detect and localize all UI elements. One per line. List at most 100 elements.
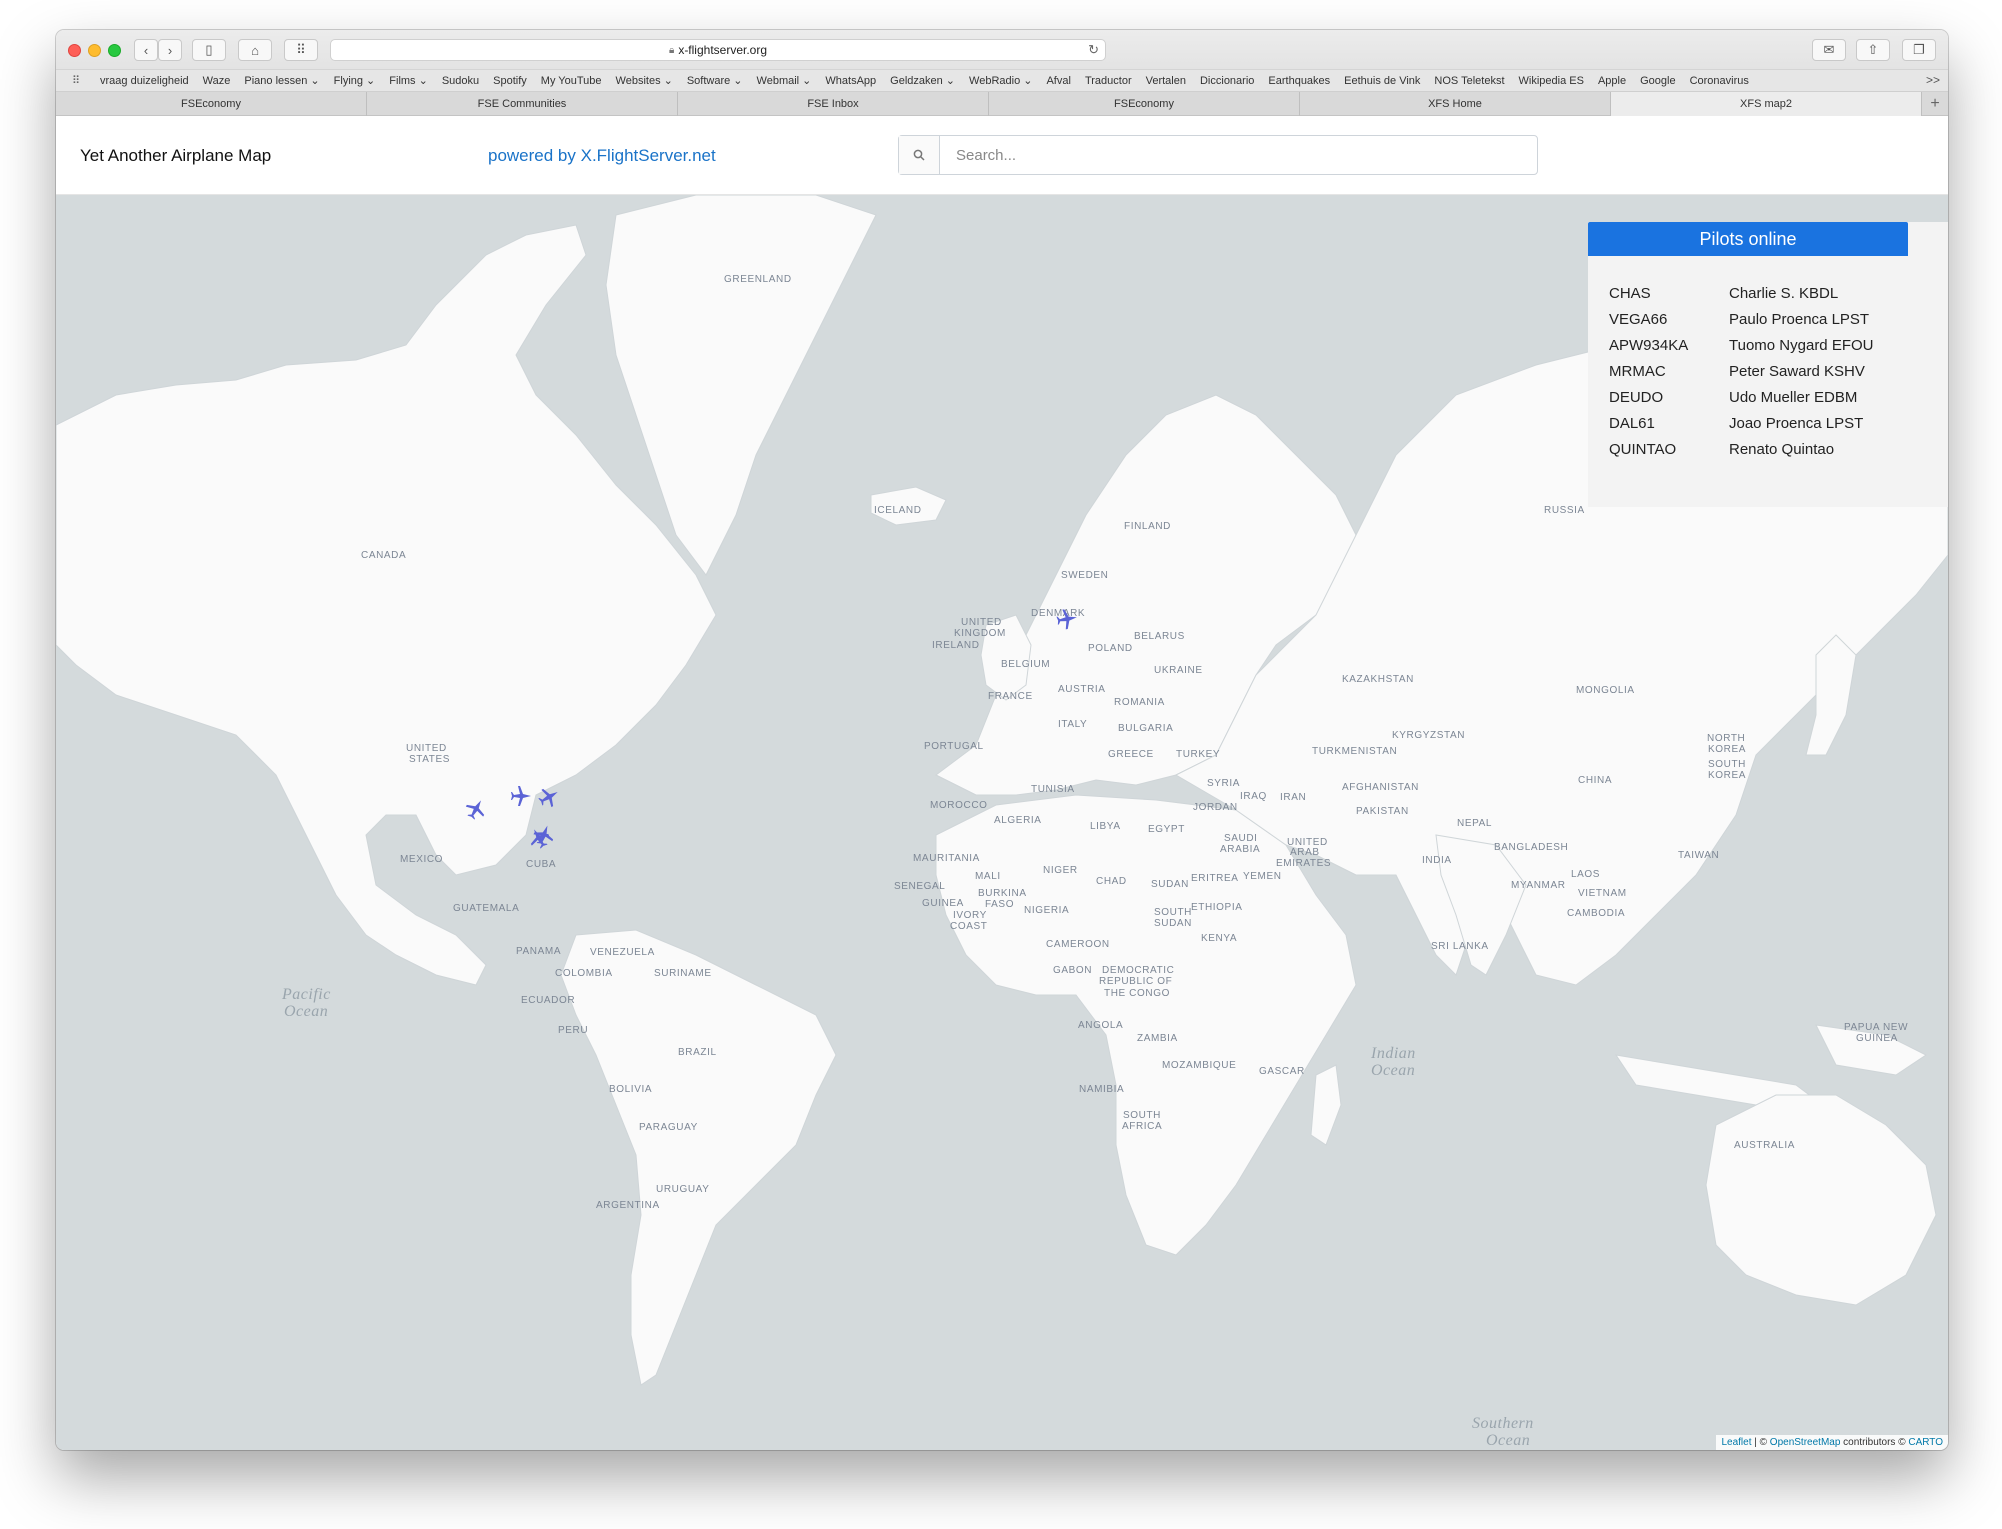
map-label: PORTUGAL bbox=[924, 741, 984, 752]
tab-xfs-map2[interactable]: XFS map2 bbox=[1611, 92, 1922, 116]
map-label: NIGERIA bbox=[1024, 905, 1069, 916]
pilot-row[interactable]: CHAS Charlie S. KBDL bbox=[1588, 280, 1948, 306]
pilot-row[interactable]: DEUDO Udo Mueller EDBM bbox=[1588, 384, 1948, 410]
bookmark-item[interactable]: Coronavirus bbox=[1690, 75, 1749, 87]
carto-link[interactable]: CARTO bbox=[1908, 1437, 1943, 1448]
pilot-callsign: CHAS bbox=[1609, 284, 1651, 302]
home-icon: ⌂ bbox=[251, 42, 259, 58]
pilots-online-heading: Pilots online bbox=[1588, 222, 1908, 256]
bookmark-item[interactable]: Geldzaken ⌄ bbox=[890, 74, 955, 87]
map-label: VENEZUELA bbox=[590, 947, 655, 958]
powered-by-link[interactable]: powered by X.FlightServer.net bbox=[488, 146, 716, 166]
tab-fseconomy[interactable]: FSEconomy bbox=[56, 92, 367, 116]
pilot-row[interactable]: DAL61 Joao Proenca LPST bbox=[1588, 410, 1948, 436]
bookmarks-grid-icon[interactable]: ⠿ bbox=[72, 75, 86, 86]
bookmark-item[interactable]: Google bbox=[1640, 75, 1675, 87]
map-label: EMIRATES bbox=[1276, 858, 1331, 869]
bookmark-item[interactable]: Software ⌄ bbox=[687, 74, 743, 87]
grid-icon: ⠿ bbox=[296, 42, 306, 57]
map-label: FASO bbox=[985, 899, 1014, 910]
pilot-row[interactable]: APW934KA Tuomo Nygard EFOU bbox=[1588, 332, 1948, 358]
map-label: SWEDEN bbox=[1061, 570, 1109, 581]
bookmark-item[interactable]: Traductor bbox=[1085, 75, 1132, 87]
bookmark-item[interactable]: Webmail ⌄ bbox=[757, 74, 812, 87]
pilot-row[interactable]: QUINTAO Renato Quintao bbox=[1588, 436, 1948, 462]
search-input[interactable] bbox=[940, 136, 1537, 174]
tabs-overview-button[interactable]: ❐ bbox=[1902, 39, 1936, 61]
map-label: THE CONGO bbox=[1104, 988, 1170, 999]
map-label: FRANCE bbox=[988, 691, 1033, 702]
forward-button[interactable]: › bbox=[158, 39, 182, 61]
reload-icon[interactable]: ↻ bbox=[1088, 42, 1099, 58]
bookmark-item[interactable]: WhatsApp bbox=[825, 75, 876, 87]
map-label: BELARUS bbox=[1134, 631, 1185, 642]
bookmark-item[interactable]: Vertalen bbox=[1146, 75, 1186, 87]
tab-xfs-home[interactable]: XFS Home bbox=[1300, 92, 1611, 116]
bookmark-item[interactable]: Eethuis de Vink bbox=[1344, 75, 1420, 87]
map-label: ECUADOR bbox=[521, 995, 575, 1006]
site-header: Yet Another Airplane Map powered by X.Fl… bbox=[56, 116, 1948, 195]
tab-fse-inbox[interactable]: FSE Inbox bbox=[678, 92, 989, 116]
zoom-window-button[interactable] bbox=[108, 44, 121, 57]
top-sites-button[interactable]: ⠿ bbox=[284, 39, 318, 61]
bookmark-item[interactable]: Apple bbox=[1598, 75, 1626, 87]
bookmarks-overflow-button[interactable]: >> bbox=[1926, 73, 1940, 87]
address-bar[interactable]: 🔒︎ x-flightserver.org ↻ bbox=[330, 39, 1106, 61]
pilot-callsign: VEGA66 bbox=[1609, 310, 1668, 328]
pilot-row[interactable]: MRMAC Peter Saward KSHV bbox=[1588, 358, 1948, 384]
map-label: KINGDOM bbox=[954, 628, 1006, 639]
pilot-row[interactable]: VEGA66 Paulo Proenca LPST bbox=[1588, 306, 1948, 332]
bookmark-item[interactable]: vraag duizeligheid bbox=[100, 75, 189, 87]
map-label: UNITED bbox=[961, 617, 1002, 628]
bookmark-item[interactable]: Afval bbox=[1046, 75, 1070, 87]
home-button[interactable]: ⌂ bbox=[238, 39, 272, 61]
ocean-label: Indian bbox=[1370, 1045, 1416, 1062]
bookmark-item[interactable]: My YouTube bbox=[541, 75, 602, 87]
browser-window: ‹ › ▯ ⌂ ⠿ 🔒︎ x-flightserver.org ↻ ✉ ⇧ ❐ … bbox=[56, 30, 1948, 1450]
bookmark-item[interactable]: WebRadio ⌄ bbox=[969, 74, 1032, 87]
map-label: IVORY bbox=[953, 910, 987, 921]
bookmark-item[interactable]: Earthquakes bbox=[1268, 75, 1330, 87]
map-label: BELGIUM bbox=[1001, 659, 1050, 670]
map-label: KOREA bbox=[1708, 770, 1746, 781]
mail-button[interactable]: ✉ bbox=[1812, 39, 1846, 61]
search-icon bbox=[899, 136, 940, 174]
map-label: AUSTRIA bbox=[1058, 684, 1106, 695]
pilot-name: Paulo Proenca LPST bbox=[1729, 310, 1870, 328]
bookmark-item[interactable]: Diccionario bbox=[1200, 75, 1254, 87]
bookmark-item[interactable]: Wikipedia ES bbox=[1519, 75, 1584, 87]
map-label: NORTH bbox=[1707, 733, 1745, 744]
ocean-label: Ocean bbox=[284, 1003, 328, 1020]
australia-land bbox=[1705, 1094, 1937, 1306]
map-label: IRELAND bbox=[932, 640, 980, 651]
bookmark-item[interactable]: Sudoku bbox=[442, 75, 479, 87]
back-button[interactable]: ‹ bbox=[134, 39, 158, 61]
bookmark-item[interactable]: Spotify bbox=[493, 75, 527, 87]
bookmark-item[interactable]: Flying ⌄ bbox=[334, 74, 376, 87]
map-label: MAURITANIA bbox=[913, 853, 980, 864]
map-label: YEMEN bbox=[1243, 871, 1282, 882]
map-label: GREECE bbox=[1108, 749, 1154, 760]
bookmark-item[interactable]: Films ⌄ bbox=[389, 74, 428, 87]
openstreetmap-link[interactable]: OpenStreetMap bbox=[1770, 1437, 1841, 1448]
sidebar-button[interactable]: ▯ bbox=[192, 39, 226, 61]
tab-bar: FSEconomy FSE Communities FSE Inbox FSEc… bbox=[56, 92, 1948, 116]
tab-fseconomy-2[interactable]: FSEconomy bbox=[989, 92, 1300, 116]
close-window-button[interactable] bbox=[68, 44, 81, 57]
map-label: SAUDI bbox=[1224, 833, 1258, 844]
bookmark-item[interactable]: Waze bbox=[203, 75, 231, 87]
map-label: UKRAINE bbox=[1154, 665, 1203, 676]
map-label: PERU bbox=[558, 1025, 588, 1036]
bookmark-item[interactable]: NOS Teletekst bbox=[1434, 75, 1504, 87]
bookmark-item[interactable]: Websites ⌄ bbox=[616, 74, 673, 87]
new-tab-button[interactable]: + bbox=[1922, 92, 1948, 115]
map-label: AFGHANISTAN bbox=[1342, 782, 1419, 793]
map-label: REPUBLIC OF bbox=[1099, 976, 1172, 987]
bookmark-item[interactable]: Piano lessen ⌄ bbox=[244, 74, 319, 87]
tab-fse-communities[interactable]: FSE Communities bbox=[367, 92, 678, 116]
map-label: TUNISIA bbox=[1031, 784, 1075, 795]
leaflet-link[interactable]: Leaflet bbox=[1721, 1437, 1751, 1448]
minimize-window-button[interactable] bbox=[88, 44, 101, 57]
share-button[interactable]: ⇧ bbox=[1856, 39, 1890, 61]
world-map[interactable]: GREENLAND ICELAND CANADA UNITED STATES M… bbox=[56, 195, 1948, 1450]
